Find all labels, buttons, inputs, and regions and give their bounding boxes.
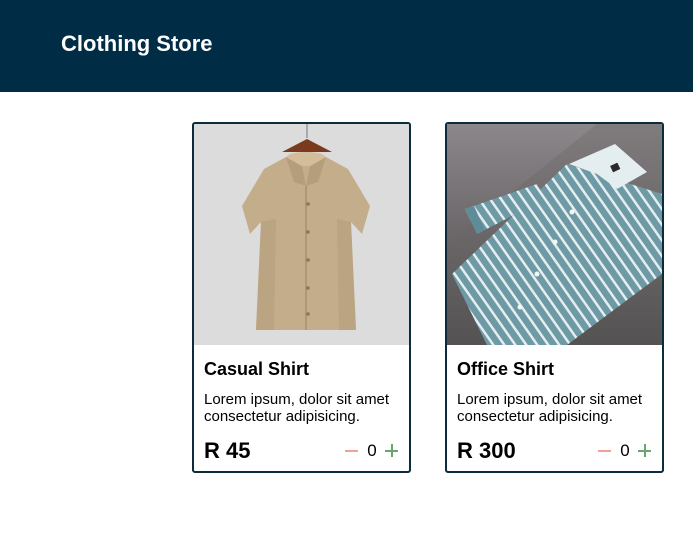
- plus-icon[interactable]: [385, 444, 399, 458]
- product-name: Casual Shirt: [204, 359, 310, 379]
- store-title: Clothing Store: [61, 31, 213, 56]
- quantity-stepper: 0: [345, 441, 399, 461]
- product-name: Office Shirt: [457, 359, 555, 379]
- minus-icon[interactable]: [598, 444, 612, 458]
- product-card: Casual Shirt Lorem ipsum, dolor sit amet…: [192, 122, 411, 473]
- product-card: Office Shirt Lorem ipsum, dolor sit amet…: [445, 122, 664, 473]
- product-description: Lorem ipsum, dolor sit amet consectetur …: [457, 391, 643, 425]
- minus-icon[interactable]: [345, 444, 359, 458]
- product-image-office-shirt: [447, 124, 662, 345]
- app-header: Clothing Store: [0, 0, 693, 92]
- product-price: R 45: [204, 438, 251, 463]
- quantity-value: 0: [620, 441, 630, 460]
- quantity-value: 0: [367, 441, 377, 460]
- quantity-stepper: 0: [598, 441, 652, 461]
- product-description: Lorem ipsum, dolor sit amet consectetur …: [204, 391, 390, 425]
- plus-icon[interactable]: [638, 444, 652, 458]
- product-image-casual-shirt: [194, 124, 409, 345]
- product-price: R 300: [457, 438, 516, 463]
